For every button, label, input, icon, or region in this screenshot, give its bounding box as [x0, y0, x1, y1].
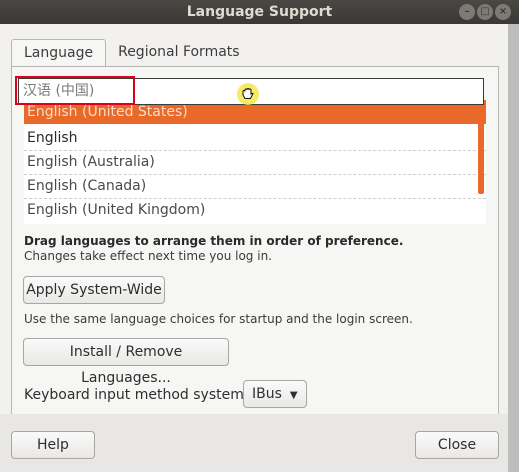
- dropdown-arrow-icon: ▼: [289, 390, 298, 401]
- window-title: Language Support: [186, 4, 333, 20]
- title-bar: Language Support – □ ×: [0, 0, 519, 24]
- list-item-english[interactable]: English: [24, 126, 486, 150]
- tab-regional-formats[interactable]: Regional Formats: [106, 39, 251, 67]
- keyboard-input-dropdown[interactable]: IBus ▼: [243, 380, 307, 408]
- grab-hand-icon: [237, 83, 259, 105]
- minimize-icon[interactable]: –: [459, 4, 475, 20]
- tab-bar: Language Regional Formats: [11, 39, 252, 67]
- list-item-english-australia[interactable]: English (Australia): [24, 150, 486, 174]
- close-icon[interactable]: ×: [495, 4, 511, 20]
- highlight-box: [15, 76, 135, 105]
- list-scrollbar[interactable]: [478, 110, 484, 194]
- drag-hint-note: Changes take effect next time you log in…: [24, 249, 272, 263]
- keyboard-input-label: Keyboard input method system:: [24, 387, 249, 403]
- tab-language[interactable]: Language: [11, 39, 107, 67]
- install-remove-languages-button[interactable]: Install / Remove Languages...: [23, 338, 229, 386]
- keyboard-input-value: IBus: [252, 386, 282, 402]
- close-button[interactable]: Close: [415, 431, 499, 459]
- list-item-english-canada[interactable]: English (Canada): [24, 174, 486, 198]
- apply-note: Use the same language choices for startu…: [24, 312, 413, 326]
- help-button[interactable]: Help: [11, 431, 95, 459]
- language-list[interactable]: English (United States) English English …: [24, 100, 486, 224]
- window-controls: – □ ×: [459, 4, 511, 20]
- background-window-edge: [508, 24, 519, 472]
- apply-system-wide-button[interactable]: Apply System-Wide: [23, 276, 165, 304]
- list-item-english-uk[interactable]: English (United Kingdom): [24, 198, 486, 222]
- drag-hint-bold: Drag languages to arrange them in order …: [24, 234, 404, 248]
- maximize-icon[interactable]: □: [477, 4, 493, 20]
